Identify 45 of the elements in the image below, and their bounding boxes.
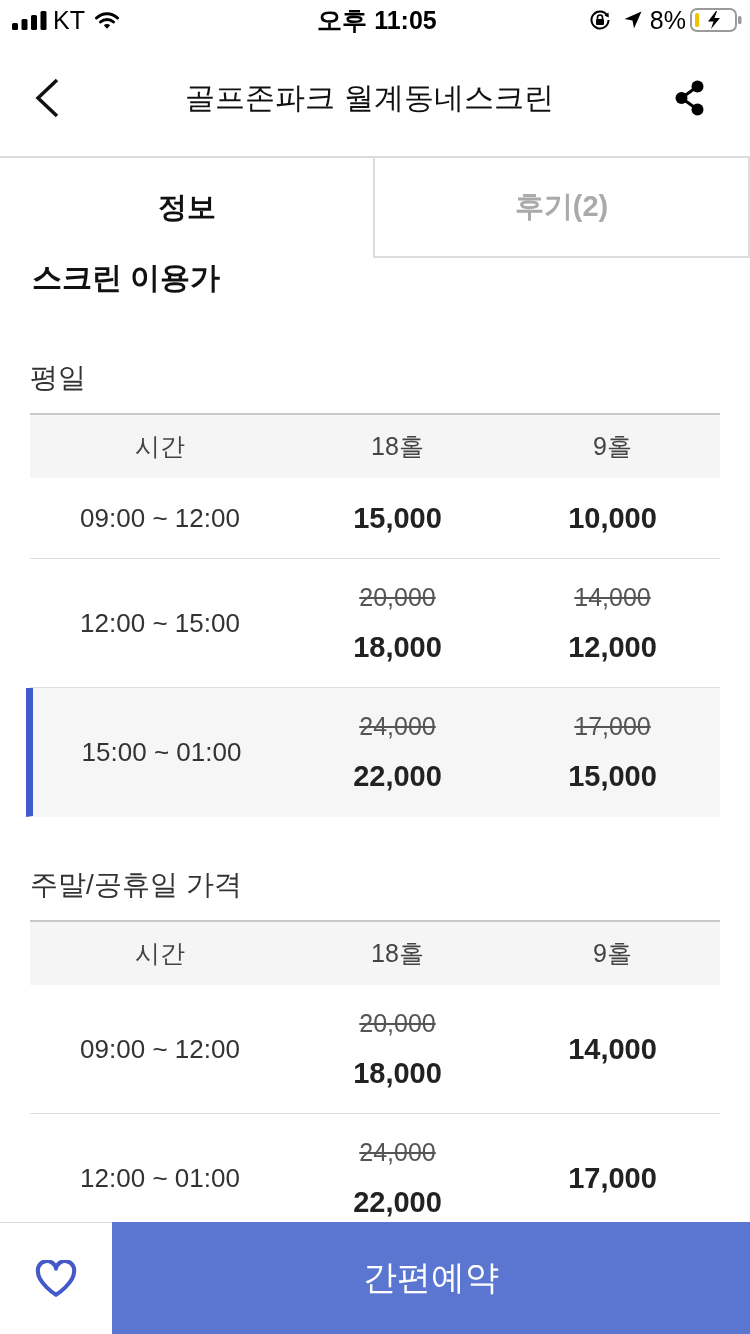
section-title: 스크린 이용가 <box>32 260 221 296</box>
battery-icon <box>690 8 742 32</box>
page-title: 골프존파크 월계동네스크린 <box>185 79 554 116</box>
column-header: 9홀 <box>593 938 632 969</box>
sale-price: 22,000 <box>353 1185 442 1220</box>
column-header: 시간 <box>135 938 185 969</box>
column-header: 18홀 <box>371 938 424 969</box>
original-price: 14,000 <box>574 582 651 613</box>
sale-price: 14,000 <box>568 1032 657 1067</box>
sale-price: 18,000 <box>353 630 442 665</box>
sale-price: 17,000 <box>568 1161 657 1196</box>
category-title: 주말/공휴일 가격 <box>30 868 242 902</box>
original-price: 17,000 <box>574 711 651 742</box>
time-range: 12:00 ~ 15:00 <box>80 607 240 639</box>
original-price: 24,000 <box>359 711 436 742</box>
sale-price: 12,000 <box>568 630 657 665</box>
location-arrow-icon <box>623 11 642 29</box>
sale-price: 22,000 <box>353 759 442 794</box>
column-header: 시간 <box>135 431 185 462</box>
carrier-name: KT <box>53 5 85 35</box>
column-header: 18홀 <box>371 431 424 462</box>
reserve-button[interactable]: 간편예약 <box>112 1222 750 1334</box>
time-range: 09:00 ~ 12:00 <box>80 502 240 534</box>
sale-price: 18,000 <box>353 1056 442 1091</box>
price-row[interactable]: 15:00 ~ 01:00 24,000 22,000 17,000 15,000 <box>26 688 720 817</box>
rotation-lock-icon <box>588 9 611 31</box>
battery-percent: 8% <box>649 5 686 35</box>
share-icon[interactable] <box>675 80 704 116</box>
original-price: 20,000 <box>359 1008 436 1039</box>
price-row[interactable]: 09:00 ~ 12:00 20,000 18,000 14,000 <box>30 985 720 1114</box>
back-icon[interactable] <box>35 78 59 118</box>
status-time: 오후 11:05 <box>317 4 437 36</box>
wifi-icon <box>94 11 119 29</box>
original-price: 24,000 <box>359 1137 436 1168</box>
price-row[interactable]: 09:00 ~ 12:00 15,000 10,000 <box>30 478 720 559</box>
column-header: 9홀 <box>593 431 632 462</box>
time-range: 15:00 ~ 01:00 <box>81 736 242 768</box>
category-title: 평일 <box>30 361 86 395</box>
time-range: 12:00 ~ 01:00 <box>80 1162 240 1194</box>
sale-price: 10,000 <box>568 501 657 536</box>
signal-icon <box>12 10 47 30</box>
original-price: 20,000 <box>359 582 436 613</box>
sale-price: 15,000 <box>568 759 657 794</box>
time-range: 09:00 ~ 12:00 <box>80 1033 240 1065</box>
sale-price: 15,000 <box>353 501 442 536</box>
